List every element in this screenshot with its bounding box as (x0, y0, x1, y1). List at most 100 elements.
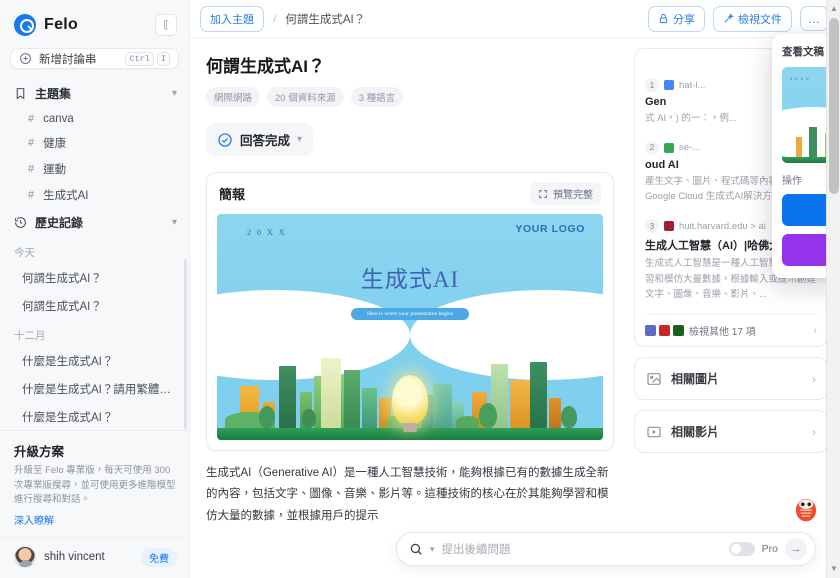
plus-circle-icon (20, 53, 31, 65)
share-button[interactable]: 分享 (648, 5, 705, 32)
chevron-down-icon[interactable]: ▾ (430, 544, 435, 555)
left-sidebar: Felo ⟦ 新增討論串 Ctrl I 主題集 ▾ # canva # 健康 #… (0, 0, 190, 578)
answer-status-chip[interactable]: 回答完成 ▾ (206, 123, 314, 156)
list-item[interactable]: 何謂生成式AI？ (0, 264, 189, 292)
slide-body: 20XX YOUR LOGO 生成式AI Here is where your … (207, 214, 613, 450)
source-domain: hat-l... (679, 79, 706, 91)
brand-row: Felo ⟦ (0, 0, 189, 46)
felo-logo-icon (14, 14, 36, 36)
hash-icon: # (28, 189, 35, 202)
scroll-down-arrow-icon[interactable]: ▼ (830, 565, 838, 573)
sidebar-item-sport[interactable]: # 運動 (0, 156, 189, 182)
related-images-card[interactable]: 相關圖片 › (634, 357, 828, 401)
learn-more-link[interactable]: 深入瞭解 (14, 512, 54, 527)
slide-card-title: 簡報 (219, 187, 246, 202)
kbd-i: I (156, 51, 170, 66)
chevron-down-icon[interactable]: ▾ (172, 88, 177, 99)
favicon-icon (664, 142, 674, 153)
hash-icon: # (28, 137, 35, 150)
slide-preview[interactable]: 20XX YOUR LOGO 生成式AI Here is where your … (217, 214, 603, 440)
history-section-label: 歷史記錄 (35, 216, 84, 231)
list-item[interactable]: 什麼是生成式AI？ (0, 347, 189, 375)
view-more-sources-button[interactable]: 檢視其他 17 項 › (645, 314, 817, 338)
favicon-icon (664, 221, 674, 232)
list-item[interactable]: 什麼是生成式AI？請用繁體中文... (0, 375, 189, 403)
history-group-label: 今天 (14, 247, 35, 260)
related-images-label: 相關圖片 (671, 372, 720, 387)
slide-subtitle: Here is where your presentation begins (351, 308, 469, 320)
topic-label: 運動 (43, 164, 67, 177)
scrollbar-thumb[interactable] (829, 18, 839, 194)
user-name: shih vincent (44, 551, 105, 563)
source-domain: se-... (679, 142, 701, 154)
upgrade-description: 升級至 Felo 專業版，每天可使用 300 次專業版搜尋，並可使用更多進階模型… (14, 465, 176, 505)
join-topic-label: 加入主題 (210, 13, 254, 26)
topic-label: 生成式AI (43, 190, 89, 203)
pro-toggle[interactable] (728, 542, 755, 556)
browser-scrollbar[interactable]: ▲ ▼ (826, 0, 840, 578)
chevron-down-icon[interactable]: ▾ (297, 134, 302, 145)
favicon-icon (659, 325, 670, 337)
history-section-header[interactable]: 歷史記錄 ▾ (0, 208, 189, 237)
city-illustration (217, 320, 603, 440)
sidebar-item-genai[interactable]: # 生成式AI (0, 182, 189, 208)
list-item[interactable]: 什麼是生成式AI？ (0, 403, 189, 430)
view-document-label: 檢視文件 (738, 13, 782, 26)
answer-column: 何謂生成式AI？ 網際網路 20 個資料來源 3 種語言 回答完成 ▾ 簡報 預… (190, 38, 630, 578)
slide-title: 生成式AI (360, 267, 460, 292)
slide-card: 簡報 預覽完整 20XX YOUR LOGO 生成式AI Here is whe… (206, 172, 614, 451)
slide-logo-text: YOUR LOGO (515, 223, 585, 235)
bookmark-icon (16, 88, 25, 100)
preview-full-button[interactable]: 預覽完整 (530, 182, 601, 205)
breadcrumb: 何謂生成式AI？ (285, 13, 366, 26)
history-group-label: 十二月 (14, 330, 46, 343)
expand-icon (539, 189, 547, 198)
view-document-button[interactable]: 檢視文件 (713, 5, 792, 32)
plan-badge[interactable]: 免費 (141, 547, 177, 567)
history-list: 今天 何謂生成式AI？ 何謂生成式AI？ 十二月 什麼是生成式AI？ 什麼是生成… (0, 237, 189, 430)
sidebar-item-health[interactable]: # 健康 (0, 130, 189, 156)
topics-list: # canva # 健康 # 運動 # 生成式AI (0, 108, 189, 208)
chevron-down-icon[interactable]: ▾ (172, 217, 177, 228)
hash-icon: # (28, 163, 35, 176)
source-number: 1 (645, 78, 659, 92)
send-button[interactable]: → (785, 538, 807, 560)
user-row[interactable]: shih vincent 免費 (0, 537, 189, 578)
followup-bar[interactable]: ▾ 提出後續問題 Pro → (396, 532, 816, 566)
join-topic-button[interactable]: 加入主題 (200, 5, 264, 32)
shortcut-keys: Ctrl I (125, 51, 170, 66)
favicon-icon (664, 80, 674, 90)
status-badge: 3 種語言 (350, 87, 404, 107)
answer-status-label: 回答完成 (240, 134, 291, 148)
top-bar: 加入主題 / 何謂生成式AI？ 分享 檢視文件 … (190, 0, 840, 38)
related-videos-label: 相關影片 (671, 425, 720, 440)
answer-body-text: 生成式AI（Generative AI）是一種人工智慧技術，能夠根據已有的數據生… (206, 467, 609, 522)
slide-year: 20XX (247, 228, 291, 237)
image-icon (647, 372, 661, 385)
slide-card-header: 簡報 預覽完整 (207, 173, 613, 214)
upgrade-card: 升級方案 升級至 Felo 專業版，每天可使用 300 次專業版搜尋，並可使用更… (0, 430, 189, 537)
panel-collapse-icon[interactable]: ⟦ (155, 14, 177, 36)
sidebar-scrollbar[interactable] (184, 259, 187, 430)
daruma-mascot-icon[interactable] (794, 496, 818, 522)
new-thread-button[interactable]: 新增討論串 Ctrl I (10, 48, 179, 70)
chevron-right-icon: › (812, 424, 816, 439)
chevron-right-icon: › (813, 325, 817, 337)
followup-input[interactable]: 提出後續問題 (442, 541, 511, 557)
brand-name: Felo (44, 16, 79, 33)
pro-label: Pro (761, 543, 778, 555)
related-videos-card[interactable]: 相關影片 › (634, 410, 828, 454)
search-icon[interactable] (409, 542, 423, 556)
kbd-ctrl: Ctrl (125, 51, 154, 66)
hash-icon: # (28, 113, 35, 126)
preview-full-label: 預覽完整 (553, 190, 593, 201)
lock-icon (659, 13, 668, 24)
check-circle-icon (218, 132, 232, 147)
sidebar-item-canva[interactable]: # canva (0, 108, 189, 130)
breadcrumb-separator: / (273, 11, 277, 26)
list-item[interactable]: 何謂生成式AI？ (0, 292, 189, 320)
scroll-up-arrow-icon[interactable]: ▲ (830, 5, 838, 13)
topics-section-header[interactable]: 主題集 ▾ (0, 79, 189, 108)
topics-section-label: 主題集 (35, 87, 72, 102)
more-options-button[interactable]: … (800, 6, 828, 31)
